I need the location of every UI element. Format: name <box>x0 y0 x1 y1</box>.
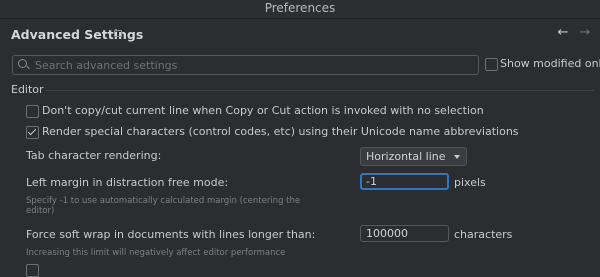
arrow-left-icon[interactable]: ← <box>556 25 570 41</box>
left-margin-hint-2: editor) <box>26 206 55 216</box>
dont-copy-label: Don't copy/cut current line when Copy or… <box>42 104 484 117</box>
dont-copy-checkbox[interactable] <box>26 105 39 118</box>
section-title-editor: Editor <box>11 83 44 96</box>
soft-wrap-label: Force soft wrap in documents with lines … <box>26 228 316 241</box>
show-modified-label: Show modified only <box>500 57 600 70</box>
left-margin-hint-1: Specify -1 to use automatically calculat… <box>26 196 301 206</box>
left-margin-unit: pixels <box>454 176 486 189</box>
tab-rendering-label: Tab character rendering: <box>26 149 162 162</box>
show-modified-checkbox[interactable] <box>485 58 498 71</box>
soft-wrap-hint: Increasing this limit will negatively af… <box>26 248 286 258</box>
page-title: Advanced Settings <box>11 27 144 42</box>
left-margin-input[interactable] <box>360 173 449 190</box>
next-setting-checkbox[interactable] <box>26 264 39 277</box>
left-margin-label: Left margin in distraction free mode: <box>26 176 229 189</box>
render-special-checkbox[interactable] <box>26 126 39 139</box>
settings-header: Advanced Settings ← → <box>0 19 600 51</box>
tab-rendering-select[interactable]: Horizontal line <box>360 147 467 166</box>
window-title: Preferences <box>264 1 336 15</box>
search-icon <box>18 59 27 68</box>
chevron-down-icon <box>454 155 460 159</box>
soft-wrap-unit: characters <box>454 228 513 241</box>
section-divider <box>46 90 594 91</box>
search-input[interactable] <box>35 57 465 73</box>
soft-wrap-input[interactable] <box>360 225 449 242</box>
search-box <box>12 55 479 75</box>
pin-icon[interactable] <box>114 30 122 37</box>
arrow-right-icon[interactable]: → <box>578 25 592 41</box>
render-special-label: Render special characters (control codes… <box>42 125 519 138</box>
tab-rendering-value: Horizontal line <box>366 150 446 163</box>
window-titlebar: Preferences <box>0 0 600 19</box>
